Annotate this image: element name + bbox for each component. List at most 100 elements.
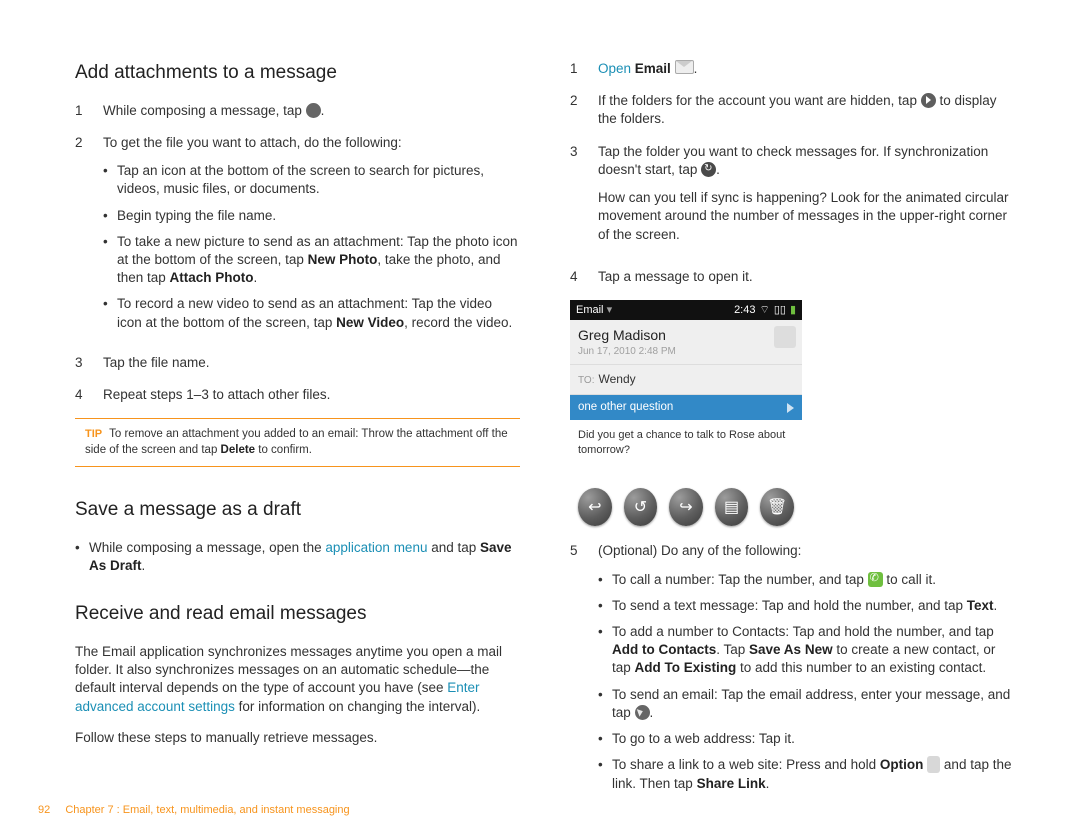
step-number: 4 <box>570 268 598 286</box>
text: To add a number to Contacts: Tap and hol… <box>612 624 994 639</box>
delete-button[interactable]: 🗑 <box>760 488 794 526</box>
text: . <box>766 776 770 791</box>
left-column: Add attachments to a message 1 While com… <box>75 60 520 815</box>
bold: Email <box>635 61 671 76</box>
step-body: Tap a message to open it. <box>598 268 1015 286</box>
page-number: 92 <box>38 804 50 816</box>
page-columns: Add attachments to a message 1 While com… <box>0 0 1080 815</box>
reply-all-button[interactable]: ↺ <box>624 488 658 526</box>
step-number: 3 <box>570 143 598 254</box>
message-header: Greg Madison Jun 17, 2010 2:48 PM <box>570 320 802 365</box>
status-bar: Email ▾ 2:43 ⌔ ▯▯ ▮ <box>570 300 802 320</box>
text: Email <box>576 304 604 316</box>
text: to add this number to an existing contac… <box>736 660 986 675</box>
bold: Share Link <box>697 776 766 791</box>
page-footer: 92 Chapter 7 : Email, text, multimedia, … <box>38 804 350 816</box>
step-4: 4 Tap a message to open it. <box>570 268 1015 286</box>
sub-bullets: Tap an icon at the bottom of the screen … <box>103 162 520 332</box>
step-1: 1 Open Email . <box>570 60 1015 78</box>
bullet: Begin typing the file name. <box>103 207 520 225</box>
paragraph: Follow these steps to manually retrieve … <box>75 729 520 747</box>
phone-screenshot: Email ▾ 2:43 ⌔ ▯▯ ▮ Greg Madison Jun 17,… <box>570 300 802 532</box>
step-body: Tap the folder you want to check message… <box>598 143 1015 254</box>
text: . <box>321 103 325 118</box>
step-number: 3 <box>75 354 103 372</box>
steps-receive: 1 Open Email . 2 If the folders for the … <box>570 60 1015 286</box>
bullet: To go to a web address: Tap it. <box>598 730 1015 748</box>
text: To send a text message: Tap and hold the… <box>612 598 967 613</box>
text: . <box>716 162 720 177</box>
bullet: To record a new video to send as an atta… <box>103 295 520 331</box>
to-value: Wendy <box>598 372 635 386</box>
email-app-icon <box>675 60 694 74</box>
chevron-right-icon <box>787 403 794 413</box>
call-icon <box>868 572 883 587</box>
bullet: Tap an icon at the bottom of the screen … <box>103 162 520 198</box>
text: To share a link to a web site: Press and… <box>612 757 880 772</box>
flag-corner <box>774 326 796 348</box>
text: To send an email: Tap the email address,… <box>612 687 1010 720</box>
send-icon <box>635 705 650 720</box>
steps-optional: 5 (Optional) Do any of the following: To… <box>570 542 1015 800</box>
wifi-icon: ⌔ <box>759 303 769 318</box>
step-number: 5 <box>570 542 598 800</box>
tip-text: to confirm. <box>255 444 312 456</box>
signal-icon: ▯▯ <box>774 303 786 318</box>
chapter-label: Chapter 7 : Email, text, multimedia, and… <box>65 804 349 816</box>
text: To call a number: Tap the number, and ta… <box>612 572 868 587</box>
tip-box: TIP To remove an attachment you added to… <box>75 418 520 467</box>
optional-bullets: To call a number: Tap the number, and ta… <box>598 571 1015 793</box>
step-3: 3 Tap the folder you want to check messa… <box>570 143 1015 254</box>
bold: Option <box>880 757 924 772</box>
text: To get the file you want to attach, do t… <box>103 134 520 152</box>
text: If the folders for the account you want … <box>598 93 921 108</box>
paragraph: The Email application synchronizes messa… <box>75 643 520 716</box>
step-body: If the folders for the account you want … <box>598 92 1015 128</box>
step-body: (Optional) Do any of the following: To c… <box>598 542 1015 800</box>
text: . <box>994 598 998 613</box>
bold: Add to Contacts <box>612 642 716 657</box>
text: While composing a message, tap <box>103 103 306 118</box>
heading-save-draft: Save a message as a draft <box>75 497 520 523</box>
heading-add-attachments: Add attachments to a message <box>75 60 520 86</box>
steps-attachments: 1 While composing a message, tap . 2 To … <box>75 102 520 405</box>
forward-button[interactable]: ↪ <box>669 488 703 526</box>
text: Tap the folder you want to check message… <box>598 144 988 177</box>
step-4: 4 Repeat steps 1–3 to attach other files… <box>75 386 520 404</box>
step-number: 1 <box>570 60 598 78</box>
bullet: To send an email: Tap the email address,… <box>598 686 1015 722</box>
step-body: Tap the file name. <box>103 354 520 372</box>
bullet: To call a number: Tap the number, and ta… <box>598 571 1015 589</box>
bullet: To send a text message: Tap and hold the… <box>598 597 1015 615</box>
text: (Optional) Do any of the following: <box>598 542 1015 560</box>
message-date: Jun 17, 2010 2:48 PM <box>578 345 794 359</box>
bold: Add To Existing <box>635 660 737 675</box>
step-number: 2 <box>570 92 598 128</box>
bold: Text <box>967 598 994 613</box>
step-number: 2 <box>75 134 103 340</box>
step-number: 1 <box>75 102 103 120</box>
step-5: 5 (Optional) Do any of the following: To… <box>570 542 1015 800</box>
battery-icon: ▮ <box>790 303 796 318</box>
step-body: Open Email . <box>598 60 1015 78</box>
step-3: 3 Tap the file name. <box>75 354 520 372</box>
text: and tap <box>427 540 480 555</box>
step-body: While composing a message, tap . <box>103 102 520 120</box>
bullet: To add a number to Contacts: Tap and hol… <box>598 623 1015 678</box>
message-toolbar: ↩ ↺ ↪ ▤ 🗑 <box>570 480 802 532</box>
reply-button[interactable]: ↩ <box>578 488 612 526</box>
heading-receive-read: Receive and read email messages <box>75 601 520 627</box>
text: Open <box>598 61 635 76</box>
folder-button[interactable]: ▤ <box>715 488 749 526</box>
text: . <box>254 270 258 285</box>
step-number: 4 <box>75 386 103 404</box>
text: for information on changing the interval… <box>235 699 480 714</box>
sender-name: Greg Madison <box>578 326 794 345</box>
to-row: TO:Wendy <box>570 365 802 395</box>
bold: New Video <box>336 315 404 330</box>
step-1: 1 While composing a message, tap . <box>75 102 520 120</box>
text: Tap the folder you want to check message… <box>598 143 1015 179</box>
link-open-email[interactable]: Open Email <box>598 61 671 76</box>
bullet: While composing a message, open the appl… <box>75 539 520 575</box>
link-application-menu[interactable]: application menu <box>325 540 427 555</box>
